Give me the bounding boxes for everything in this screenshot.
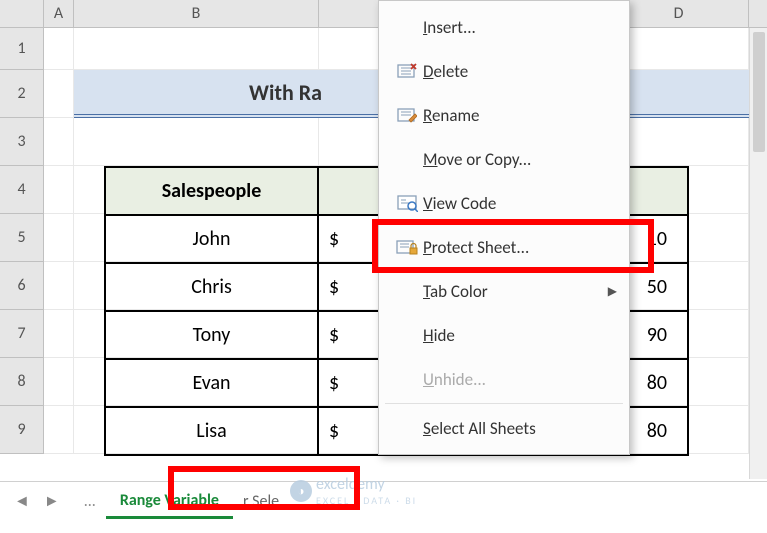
cell-name[interactable]: Tony: [105, 311, 318, 359]
row-header-6[interactable]: 6: [0, 262, 43, 310]
submenu-arrow-icon: ▶: [608, 284, 617, 299]
cell-name[interactable]: John: [105, 215, 318, 263]
tab-nav-next-icon[interactable]: ►: [44, 492, 60, 511]
ctx-rename[interactable]: Rename: [379, 93, 629, 137]
tab-overflow-right[interactable]: ...: [279, 492, 311, 511]
sheet-tab-context-menu: Insert... Delete Rename Move or Copy... …: [378, 0, 630, 455]
tab-overflow-left[interactable]: ...: [74, 492, 106, 511]
protect-sheet-icon: [391, 238, 423, 256]
cell-name[interactable]: Evan: [105, 359, 318, 407]
ctx-hide[interactable]: Hide: [379, 313, 629, 357]
delete-sheet-icon: [391, 62, 423, 80]
cell-name[interactable]: Lisa: [105, 407, 318, 455]
scrollbar-thumb[interactable]: [753, 32, 765, 152]
row-header-4[interactable]: 4: [0, 166, 43, 214]
sheet-title-text: With Ra: [249, 79, 322, 106]
ctx-move-copy[interactable]: Move or Copy...: [379, 137, 629, 181]
ctx-tab-color[interactable]: Tab Color ▶: [379, 269, 629, 313]
sheet-tab-bar: ◄ ► ... Range Variable r Sele ...: [0, 481, 767, 521]
ctx-view-code[interactable]: View Code: [379, 181, 629, 225]
col-header-b[interactable]: B: [74, 0, 319, 27]
tab-nav-buttons: ◄ ►: [0, 492, 74, 511]
row-headers: 1 2 3 4 5 6 7 8 9: [0, 28, 44, 454]
row-header-5[interactable]: 5: [0, 214, 43, 262]
tab-nav-prev-icon[interactable]: ◄: [14, 492, 30, 511]
view-code-icon: [391, 194, 423, 212]
row-header-1[interactable]: 1: [0, 28, 43, 70]
rename-sheet-icon: [391, 106, 423, 124]
row-header-2[interactable]: 2: [0, 70, 43, 118]
vertical-scrollbar[interactable]: [749, 28, 767, 479]
row-header-9[interactable]: 9: [0, 406, 43, 454]
row-header-8[interactable]: 8: [0, 358, 43, 406]
ctx-protect-sheet[interactable]: Protect Sheet...: [379, 225, 629, 269]
col-header-a[interactable]: A: [44, 0, 74, 27]
ctx-insert[interactable]: Insert...: [379, 5, 629, 49]
ctx-separator: [385, 403, 623, 404]
cell-name[interactable]: Chris: [105, 263, 318, 311]
row-header-7[interactable]: 7: [0, 310, 43, 358]
ctx-delete[interactable]: Delete: [379, 49, 629, 93]
select-all-corner[interactable]: [0, 0, 44, 27]
row-header-3[interactable]: 3: [0, 118, 43, 166]
sheet-tab-active[interactable]: Range Variable: [106, 485, 233, 519]
ctx-select-all-sheets[interactable]: Select All Sheets: [379, 406, 629, 450]
col-header-d[interactable]: D: [609, 0, 749, 27]
ctx-unhide: Unhide...: [379, 357, 629, 401]
sheet-tab-next-partial[interactable]: r Sele: [233, 492, 279, 511]
header-salespeople[interactable]: Salespeople: [105, 167, 318, 215]
